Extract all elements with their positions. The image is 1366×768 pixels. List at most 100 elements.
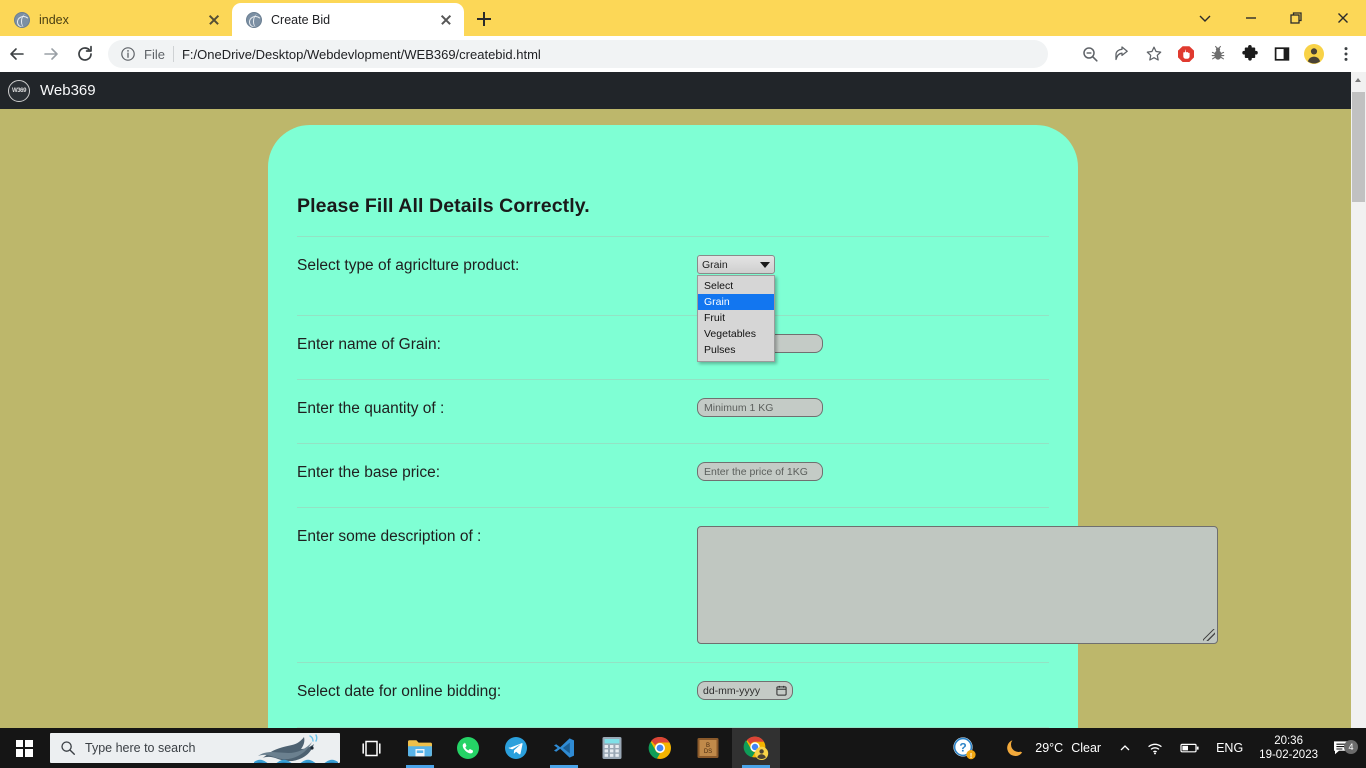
help-question-icon[interactable]: ? ! bbox=[940, 728, 988, 768]
field-control bbox=[697, 526, 1218, 644]
bookmark-star-icon[interactable] bbox=[1138, 39, 1170, 69]
close-icon[interactable] bbox=[206, 12, 222, 28]
minimize-button[interactable] bbox=[1228, 2, 1274, 34]
chrome-icon[interactable] bbox=[636, 728, 684, 768]
toolbar-icons bbox=[1074, 39, 1366, 69]
chevron-down-icon bbox=[760, 260, 770, 270]
clock[interactable]: 20:36 19-02-2023 bbox=[1251, 734, 1326, 762]
weather-condition: Clear bbox=[1071, 741, 1102, 755]
whatsapp-icon[interactable] bbox=[444, 728, 492, 768]
page-title: Please Fill All Details Correctly. bbox=[297, 195, 590, 217]
svg-text:?: ? bbox=[959, 741, 966, 755]
tab-strip: index Create Bid bbox=[0, 0, 1366, 36]
tab-title: Create Bid bbox=[271, 12, 331, 27]
scrollbar-thumb[interactable] bbox=[1352, 92, 1365, 202]
tab-search-chevron-icon[interactable] bbox=[1182, 2, 1228, 34]
site-logo-icon: W369 bbox=[8, 79, 30, 102]
maximize-button[interactable] bbox=[1274, 2, 1320, 34]
field-control: dd-mm-yyyy bbox=[697, 681, 1049, 700]
show-hidden-icons-chevron[interactable] bbox=[1111, 742, 1139, 754]
notification-center-button[interactable]: 4 bbox=[1326, 739, 1362, 757]
field-label: Enter the quantity of : bbox=[297, 400, 445, 417]
tab-title: index bbox=[39, 12, 69, 27]
search-placeholder: Type here to search bbox=[85, 741, 196, 755]
url-text: F:/OneDrive/Desktop/Webdevlopment/WEB369… bbox=[181, 46, 541, 62]
adblock-icon[interactable] bbox=[1170, 39, 1202, 69]
chrome-profile-icon[interactable] bbox=[732, 728, 780, 768]
game-icon[interactable]: B DS bbox=[684, 728, 732, 768]
form-row-product-type: Select type of agriclture product: Grain… bbox=[282, 237, 1064, 362]
base-price-input[interactable]: Enter the price of 1KG bbox=[697, 462, 823, 481]
dropdown-option[interactable]: Pulses bbox=[698, 342, 774, 358]
divider bbox=[172, 46, 174, 62]
telegram-icon[interactable] bbox=[492, 728, 540, 768]
moon-icon bbox=[1007, 740, 1023, 757]
profile-avatar-icon[interactable] bbox=[1298, 39, 1330, 69]
windows-logo-icon bbox=[15, 739, 33, 757]
side-panel-icon[interactable] bbox=[1266, 39, 1298, 69]
extensions-puzzle-icon[interactable] bbox=[1234, 39, 1266, 69]
weather-widget[interactable]: 29°C Clear bbox=[1001, 737, 1111, 759]
reload-button[interactable] bbox=[68, 39, 102, 69]
form-row-description: Enter some description of : bbox=[282, 508, 1218, 644]
info-circle-icon[interactable] bbox=[120, 46, 136, 62]
system-tray: 29°C Clear ENG 20:36 19-02-2023 4 bbox=[1001, 728, 1366, 768]
page-scrollbar[interactable] bbox=[1351, 72, 1366, 728]
scroll-up-button[interactable] bbox=[1351, 72, 1366, 89]
site-navbar: W369 Web369 bbox=[0, 72, 1351, 109]
dropdown-option[interactable]: Select bbox=[698, 278, 774, 294]
product-type-select[interactable]: Grain bbox=[697, 255, 775, 274]
close-icon[interactable] bbox=[438, 12, 454, 28]
clock-time: 20:36 bbox=[1274, 735, 1303, 747]
form-card: Please Fill All Details Correctly. Selec… bbox=[268, 125, 1218, 728]
quantity-input[interactable]: Minimum 1 KG bbox=[697, 398, 823, 417]
vscode-icon[interactable] bbox=[540, 728, 588, 768]
dropdown-option[interactable]: Vegetables bbox=[698, 326, 774, 342]
globe-icon bbox=[14, 11, 30, 28]
forward-button[interactable] bbox=[34, 39, 68, 69]
back-button[interactable] bbox=[0, 39, 34, 69]
windows-taskbar: Type here to search B DS ? ! 29°C Clear … bbox=[0, 728, 1366, 768]
window-controls bbox=[1182, 0, 1366, 36]
calendar-icon[interactable] bbox=[776, 685, 787, 696]
tab-index[interactable]: index bbox=[0, 3, 232, 36]
logo-text: W369 bbox=[11, 87, 27, 94]
task-view-icon[interactable] bbox=[348, 728, 396, 768]
chrome-menu-icon[interactable] bbox=[1330, 39, 1362, 69]
field-label: Enter the base price: bbox=[297, 464, 441, 481]
wifi-icon[interactable] bbox=[1139, 741, 1172, 755]
product-type-dropdown-list[interactable]: Select Grain Fruit Vegetables Pulses bbox=[697, 275, 775, 362]
dropdown-option-selected[interactable]: Grain bbox=[698, 294, 774, 310]
field-label: Select type of agriclture product: bbox=[297, 257, 520, 274]
tab-create-bid[interactable]: Create Bid bbox=[232, 3, 464, 36]
dropdown-option[interactable]: Fruit bbox=[698, 310, 774, 326]
bid-date-input[interactable]: dd-mm-yyyy bbox=[697, 681, 793, 700]
address-bar[interactable]: File F:/OneDrive/Desktop/Webdevlopment/W… bbox=[108, 40, 1048, 68]
bug-icon[interactable] bbox=[1202, 39, 1234, 69]
site-brand[interactable]: Web369 bbox=[40, 82, 96, 99]
file-explorer-icon[interactable] bbox=[396, 728, 444, 768]
share-icon[interactable] bbox=[1106, 39, 1138, 69]
form-row-base-price: Enter the base price: Enter the price of… bbox=[282, 444, 1064, 482]
start-button[interactable] bbox=[0, 728, 48, 768]
calculator-icon[interactable] bbox=[588, 728, 636, 768]
whale-illustration bbox=[254, 734, 338, 763]
browser-window: index Create Bid File F:/OneDrive/Deskto… bbox=[0, 0, 1366, 768]
zoom-out-icon[interactable] bbox=[1074, 39, 1106, 69]
close-button[interactable] bbox=[1320, 2, 1366, 34]
globe-icon bbox=[246, 11, 262, 28]
taskbar-search[interactable]: Type here to search bbox=[50, 733, 340, 763]
weather-temperature: 29°C bbox=[1035, 741, 1064, 755]
select-value: Grain bbox=[702, 258, 728, 271]
field-control: Grain Select Grain Fruit Vegetables Puls… bbox=[697, 255, 1049, 362]
new-tab-button[interactable] bbox=[470, 5, 498, 33]
language-indicator[interactable]: ENG bbox=[1208, 741, 1251, 755]
scheme-label: File bbox=[144, 46, 165, 62]
battery-icon[interactable] bbox=[1172, 742, 1208, 754]
field-label: Select date for online bidding: bbox=[297, 683, 502, 700]
description-textarea[interactable] bbox=[697, 526, 1218, 644]
field-control: Enter the price of 1KG bbox=[697, 462, 1049, 481]
browser-toolbar: File F:/OneDrive/Desktop/Webdevlopment/W… bbox=[0, 36, 1366, 72]
date-placeholder: dd-mm-yyyy bbox=[703, 684, 761, 697]
product-type-select-wrapper: Grain Select Grain Fruit Vegetables Puls… bbox=[697, 255, 775, 362]
